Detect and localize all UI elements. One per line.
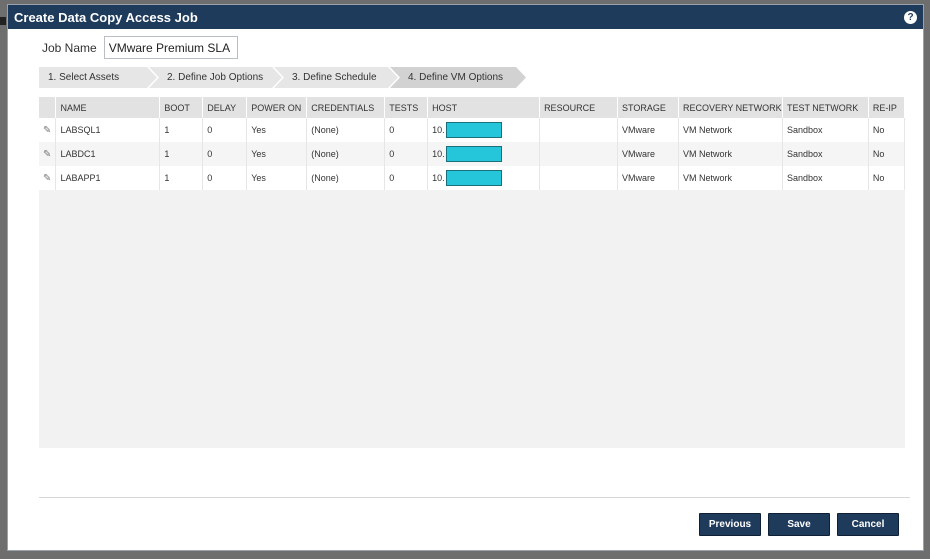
footer-divider (39, 497, 910, 498)
cell-name: LABDC1 (55, 142, 161, 166)
cell-power-on: Yes (246, 166, 308, 190)
step-label: 3. Define Schedule (292, 72, 377, 83)
cell-storage: VMware (617, 142, 679, 166)
table-row[interactable]: ✎ LABSQL1 1 0 Yes (None) 0 10. VMware VM… (39, 118, 906, 142)
cell-storage: VMware (617, 166, 679, 190)
job-name-input[interactable] (103, 36, 238, 59)
cell-host: 10. (427, 118, 541, 142)
cell-boot: 1 (159, 118, 204, 142)
create-job-dialog: Create Data Copy Access Job ? Job Name 1… (7, 4, 924, 551)
vm-options-grid: NAME BOOT DELAY POWER ON CREDENTIALS TES… (39, 97, 906, 448)
vm-options-table: NAME BOOT DELAY POWER ON CREDENTIALS TES… (39, 97, 906, 190)
cell-delay: 0 (202, 166, 248, 190)
column-header-storage[interactable]: STORAGE (617, 97, 679, 118)
edit-pencil-icon[interactable]: ✎ (39, 118, 57, 142)
column-header-boot[interactable]: BOOT (159, 97, 204, 118)
cell-host: 10. (427, 166, 541, 190)
redacted-host-block (445, 122, 502, 138)
previous-button[interactable]: Previous (699, 513, 761, 536)
job-name-row: Job Name (42, 36, 238, 59)
cell-tests: 0 (384, 118, 429, 142)
cell-re-ip: No (868, 166, 906, 190)
step-define-job-options[interactable]: 2. Define Job Options (149, 67, 282, 88)
cell-re-ip: No (868, 118, 906, 142)
cell-power-on: Yes (246, 142, 308, 166)
job-name-label: Job Name (42, 40, 97, 55)
cell-credentials: (None) (306, 142, 386, 166)
cell-test-network: Sandbox (782, 166, 869, 190)
cell-credentials: (None) (306, 118, 386, 142)
step-label: 4. Define VM Options (408, 72, 504, 83)
dialog-titlebar: Create Data Copy Access Job ? (8, 5, 923, 29)
cell-credentials: (None) (306, 166, 386, 190)
column-header-recovery-network[interactable]: RECOVERY NETWORK (678, 97, 783, 118)
dialog-title: Create Data Copy Access Job (14, 9, 198, 25)
column-header-resource[interactable]: RESOURCE (539, 97, 618, 118)
redacted-host-block (445, 170, 502, 186)
cell-power-on: Yes (246, 118, 308, 142)
step-label: 1. Select Assets (48, 72, 120, 83)
help-icon[interactable]: ? (904, 10, 917, 24)
table-row[interactable]: ✎ LABDC1 1 0 Yes (None) 0 10. VMware VM … (39, 142, 906, 166)
cell-recovery-network: VM Network (678, 142, 783, 166)
table-header-row: NAME BOOT DELAY POWER ON CREDENTIALS TES… (39, 97, 906, 118)
step-define-schedule[interactable]: 3. Define Schedule (274, 67, 398, 88)
cell-name: LABAPP1 (55, 166, 161, 190)
cell-resource (539, 166, 618, 190)
cancel-button[interactable]: Cancel (837, 513, 899, 536)
column-header-power-on[interactable]: POWER ON (246, 97, 308, 118)
column-header-test-network[interactable]: TEST NETWORK (782, 97, 869, 118)
cell-delay: 0 (202, 142, 248, 166)
save-button[interactable]: Save (768, 513, 830, 536)
cell-recovery-network: VM Network (678, 166, 783, 190)
column-header-host[interactable]: HOST (427, 97, 541, 118)
cell-storage: VMware (617, 118, 679, 142)
column-header-re-ip[interactable]: RE-IP (868, 97, 906, 118)
edit-pencil-icon[interactable]: ✎ (39, 166, 57, 190)
wizard-steps: 1. Select Assets 2. Define Job Options 3… (39, 67, 518, 88)
cell-resource (539, 142, 618, 166)
host-prefix: 10. (432, 125, 445, 135)
cell-name: LABSQL1 (55, 118, 161, 142)
host-prefix: 10. (432, 149, 445, 159)
cell-host: 10. (427, 142, 541, 166)
cell-resource (539, 118, 618, 142)
edit-pencil-icon[interactable]: ✎ (39, 142, 57, 166)
cell-boot: 1 (159, 142, 204, 166)
step-select-assets[interactable]: 1. Select Assets (39, 67, 157, 88)
cell-test-network: Sandbox (782, 118, 869, 142)
column-header-credentials[interactable]: CREDENTIALS (306, 97, 386, 118)
host-prefix: 10. (432, 173, 445, 183)
step-label: 2. Define Job Options (167, 72, 264, 83)
step-define-vm-options[interactable]: 4. Define VM Options (390, 67, 526, 88)
cell-re-ip: No (868, 142, 906, 166)
cell-tests: 0 (384, 142, 429, 166)
column-header-tests[interactable]: TESTS (384, 97, 429, 118)
cell-tests: 0 (384, 166, 429, 190)
cell-delay: 0 (202, 118, 248, 142)
redacted-host-block (445, 146, 502, 162)
column-header-delay[interactable]: DELAY (202, 97, 248, 118)
background-edge (0, 17, 6, 25)
cell-recovery-network: VM Network (678, 118, 783, 142)
cell-test-network: Sandbox (782, 142, 869, 166)
cell-boot: 1 (159, 166, 204, 190)
edit-column-header (39, 97, 57, 118)
column-header-name[interactable]: NAME (55, 97, 161, 118)
table-row[interactable]: ✎ LABAPP1 1 0 Yes (None) 0 10. VMware VM… (39, 166, 906, 190)
